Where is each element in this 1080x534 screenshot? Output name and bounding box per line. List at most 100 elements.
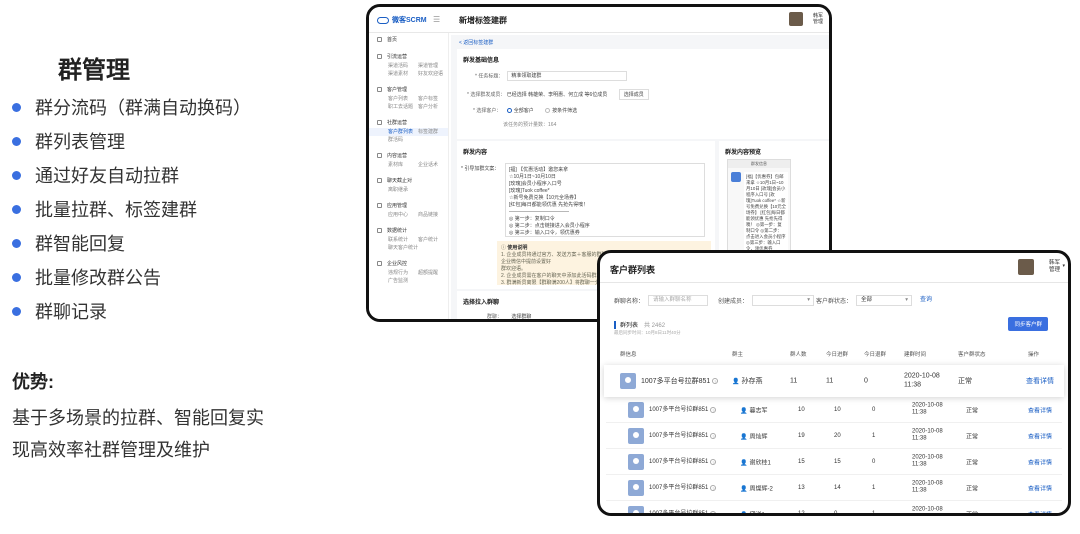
creator-select[interactable]: ▾ [752,295,815,306]
sidebar-section[interactable]: 引流运营 [369,50,448,62]
sidebar-section[interactable]: 首页 [369,33,448,45]
group-name-input[interactable]: 请输入群聊名称 [648,295,709,306]
app-logo[interactable]: 微客SCRM [377,15,427,25]
person-icon: 👤 [740,486,748,492]
group-status: 正常 [966,512,979,516]
member-count: 15 [798,458,805,465]
avatar[interactable] [1018,259,1034,275]
sync-groups-button[interactable]: 同步客户群 [1008,317,1048,331]
feature-item: 群智能回复 [12,226,251,260]
table-row[interactable]: 1007多平台号拉群851? 👤 暮志军 10 10 0 2020-10-08 11:38 正常… [606,397,1062,423]
task-title-input[interactable]: 精准领取建群 [507,71,628,81]
sidebar-item[interactable] [418,186,448,194]
user-menu[interactable]: 韩军 管理 ▾ [1049,260,1065,274]
bullet-icon [12,102,21,112]
sidebar-item[interactable]: 渠道活码 [388,62,418,70]
sidebar-item[interactable]: 素材库 [388,161,418,169]
sidebar-section[interactable]: 数据统计 [369,224,448,236]
sidebar-item[interactable]: 超额提醒 [418,269,448,277]
view-details-link[interactable]: 查看详情 [1028,483,1052,492]
radio-filter-customers[interactable] [545,108,551,114]
sidebar-item[interactable]: 客户统计 [418,236,448,244]
sidebar-item[interactable]: 联系统计 [388,236,418,244]
member-count: 10 [798,406,805,413]
help-icon[interactable]: ? [710,432,717,439]
menu-toggle-icon[interactable]: ☰ [433,15,440,24]
sidebar-item[interactable]: 聊天客户统计 [388,244,418,252]
sidebar-subitems: 客户群列表 标签建群 [369,128,448,136]
customer-row: * 选择客户： 全部客户 按条件筛选 [473,108,578,114]
user-menu[interactable]: 韩军 管理 [813,13,823,25]
sidebar-item[interactable]: 商品链接 [418,211,448,219]
sidebar-item[interactable]: 标签建群 [418,128,448,136]
sidebar-section[interactable]: 聊天截止对 [369,174,448,186]
search-button[interactable]: 查询 [920,295,932,306]
table-row[interactable]: 1007多平台号拉群851? 👤 孙存燕 11 11 0 2020-10-08 11:38 正常… [604,365,1064,397]
table-row[interactable]: 1007多平台号拉群851? 👤 谢欣桂1 15 15 0 2020-10-08 11:38 正… [606,449,1062,475]
sidebar-item[interactable] [418,136,448,144]
sidebar-item[interactable]: 违规行为 [388,269,418,277]
back-link[interactable]: < 返回标签建群 [459,39,493,46]
text-line: ◎ 第三步：输入口令，领优惠券 [509,230,580,236]
menu-icon [377,36,382,42]
sidebar-section[interactable]: 应用管理 [369,199,448,211]
sidebar-item[interactable]: 客户列表 [388,95,418,103]
sidebar-item[interactable] [418,277,448,285]
advantage-line: 基于多场景的拉群、智能回复实 [12,408,264,428]
sidebar-item[interactable]: 离职继承 [388,186,418,194]
group-owner: 👤 周燦辉-2 [740,486,773,492]
group-status: 正常 [966,486,979,492]
sidebar-item[interactable]: 广告监测 [388,277,418,285]
bullet-icon [12,204,21,214]
sidebar-item[interactable]: 客户分析 [418,103,448,111]
main-content: 群聊名称： 请输入群聊名称 创建成员： ▾ 客户群状态： 全部 ▾ 查询 群列表 … [604,287,1064,516]
task-title-row: * 任务标题： 精准领取建群 [475,71,628,81]
view-details-link[interactable]: 查看详情 [1028,405,1052,414]
sidebar-item[interactable]: 应用中心 [388,211,418,219]
group-info: 1007多平台号拉群851? [628,401,717,418]
menu-icon [377,202,382,208]
sidebar-item[interactable]: 渠道素材 [388,70,418,78]
table-row[interactable]: 1007多平台号拉群851? 👤 周灿辉 19 20 1 2020-10-08 11:38 正常… [606,423,1062,449]
view-details-link[interactable]: 查看详情 [1028,509,1052,513]
column-header: 群信息 [620,352,637,358]
sidebar-item[interactable]: 企业话术 [418,161,448,169]
sidebar-subitems: 聊天客户统计 [369,244,448,252]
sidebar-section[interactable]: 社群运营 [369,116,448,128]
sidebar-section[interactable]: 客户管理 [369,83,448,95]
view-details-link[interactable]: 查看详情 [1028,431,1052,440]
sidebar-section[interactable]: 企业风控 [369,257,448,269]
view-details-link[interactable]: 查看详情 [1028,457,1052,466]
feature-item: 批量修改群公告 [12,260,251,294]
top-bar: 客户群列表 韩军 管理 ▾ [600,253,1068,283]
status-select[interactable]: 全部 ▾ [856,295,913,306]
help-icon[interactable]: ? [710,484,717,491]
select-member-button[interactable]: 选择成员 [618,89,649,100]
member-count: 19 [798,432,805,439]
person-icon: 👤 [732,379,740,385]
table-row[interactable]: 1007多平台号拉群851? 👤黛洋1 12 0 1 2020-10-0811:38 正常 查… [606,501,1062,516]
sidebar-item[interactable]: 好友欢迎语 [418,70,448,78]
feature-item: 批量拉群、标签建群 [12,192,251,226]
sidebar-item[interactable] [418,244,448,252]
sidebar-section[interactable]: 内容运营 [369,149,448,161]
help-icon[interactable]: ? [710,458,717,465]
view-details-link[interactable]: 查看详情 [1026,376,1054,386]
sidebar-item[interactable]: 渠道管理 [418,62,448,70]
guide-text-input[interactable]: [福] 【优惠活动】邀您来拿 ☆10月1日~10月10日 [玫瑰]会员小程序入口号[… [505,163,705,237]
sidebar-item[interactable]: 客户群列表 [388,128,418,136]
column-header: 建群时间 [904,352,927,358]
avatar[interactable] [789,12,803,26]
column-header: 群人数 [790,352,807,358]
sidebar-item[interactable]: 群活码 [388,136,418,144]
help-icon[interactable]: ? [710,406,717,413]
chevron-down-icon: ▾ [1062,263,1065,269]
sidebar-item[interactable]: 客户标签 [418,95,448,103]
help-icon[interactable]: ? [712,378,719,384]
left-today: 0 [872,406,876,413]
select-group-button[interactable]: 选择群聊 [511,314,531,319]
help-icon[interactable]: ? [710,510,717,513]
sidebar-item[interactable]: 职工去话题 [388,103,418,111]
radio-all-customers[interactable] [506,108,512,114]
table-row[interactable]: 1007多平台号拉群851? 👤 周燦辉-2 13 14 1 2020-10-08 11:38… [606,475,1062,501]
